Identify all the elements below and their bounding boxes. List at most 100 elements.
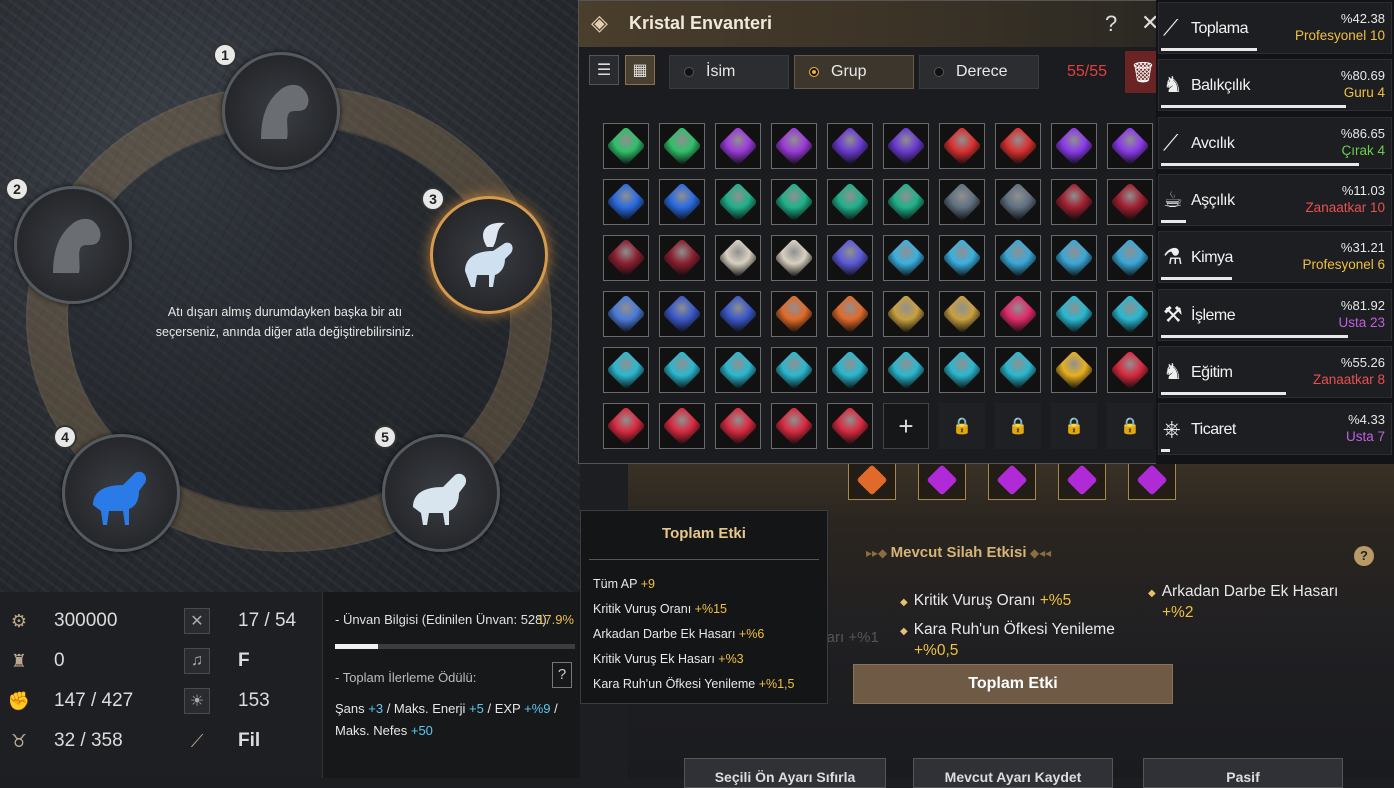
skill-icon: ⚒ [1163,301,1183,327]
passive-button[interactable]: Pasif [1143,758,1343,788]
crystal-slot[interactable] [659,235,705,281]
help-icon[interactable]: ? [1354,546,1374,566]
crystal-icon [1054,350,1094,390]
crystal-slot[interactable] [603,235,649,281]
crystal-slot[interactable] [883,179,929,225]
crystal-slot[interactable] [1051,291,1097,337]
crystal-slot[interactable] [603,291,649,337]
crystal-slot[interactable] [603,123,649,169]
horse-slot-3[interactable]: 3 [421,187,548,314]
add-slot-button[interactable]: + [883,403,929,449]
equipped-crystal-slot[interactable] [918,460,966,500]
equipped-crystal-slot[interactable] [988,460,1036,500]
crystal-slot[interactable] [995,347,1041,393]
crystal-slot[interactable] [995,291,1041,337]
crystal-slot[interactable] [939,291,985,337]
horse-slot-4[interactable]: 4 [53,425,180,552]
crystal-slot[interactable] [827,347,873,393]
blue-horse-icon [93,471,147,525]
window-header[interactable]: ◈ Kristal Envanteri ? ✕ [579,1,1159,47]
crystal-slot[interactable] [995,123,1041,169]
list-view-icon[interactable]: ☰ [589,55,619,85]
life-skill-7[interactable]: ⎈ Ticaret %4.33 Usta 7 [1158,403,1392,456]
crystal-slot[interactable] [939,123,985,169]
crystal-slot[interactable] [883,235,929,281]
life-skill-0[interactable]: ⟋ Toplama %42.38 Profesyonel 10 [1158,2,1392,54]
crystal-slot[interactable] [1051,123,1097,169]
help-icon[interactable]: ? [1105,11,1117,37]
crystal-slot[interactable] [827,235,873,281]
total-effect-button[interactable]: Toplam Etki [853,664,1173,704]
crystal-slot[interactable] [1051,347,1097,393]
crystal-slot[interactable] [603,179,649,225]
crystal-slot[interactable] [883,291,929,337]
crystal-slot[interactable] [771,235,817,281]
grid-view-icon[interactable]: ▦ [625,55,655,85]
crystal-slot[interactable] [827,123,873,169]
crystal-slot[interactable] [995,235,1041,281]
life-skill-4[interactable]: ⚗ Kimya %31.21 Profesyonel 6 [1158,231,1392,284]
life-skill-2[interactable]: ⟋ Avcılık %86.65 Çırak 4 [1158,116,1392,169]
crystal-slot[interactable] [659,347,705,393]
horse-slot-5[interactable]: 5 [373,425,500,552]
effect-crit-rate: ◆ Kritik Vuruş Oranı +%5 [900,592,1072,609]
skill-value: 17 / 54 [238,610,297,631]
crystal-slot[interactable] [1107,123,1153,169]
life-skill-1[interactable]: ♞ Balıkçılık %80.69 Guru 4 [1158,59,1392,112]
life-skill-5[interactable]: ⚒ İşleme %81.92 Usta 23 [1158,288,1392,341]
crystal-slot[interactable] [715,235,761,281]
equipped-crystal-slot[interactable] [1058,460,1106,500]
crystal-slot[interactable] [1051,235,1097,281]
crystal-slot[interactable] [603,403,649,449]
weight-row: ✊ 147 / 427 [6,686,133,716]
slot-number: 3 [421,187,445,211]
equipped-crystal-slot[interactable] [1128,460,1176,500]
crystal-slot[interactable] [827,179,873,225]
crystal-slot[interactable] [715,179,761,225]
crystal-slot[interactable] [771,123,817,169]
crystal-slot[interactable] [715,123,761,169]
crystal-slot[interactable] [659,403,705,449]
crystal-slot[interactable] [1107,347,1153,393]
crystal-slot[interactable] [771,347,817,393]
skill-progress-bar [1161,334,1348,338]
crystal-slot[interactable] [715,291,761,337]
crystal-slot[interactable] [771,403,817,449]
horse-slot-2[interactable]: 2 [5,177,132,304]
crystal-slot[interactable] [715,403,761,449]
crystal-slot[interactable] [771,291,817,337]
crystal-slot[interactable] [827,403,873,449]
crystal-slot[interactable] [939,347,985,393]
crystal-slot[interactable] [659,179,705,225]
skill-level: Çırak 4 [1341,142,1385,158]
skill-icon: ⟋ [1163,129,1179,155]
reset-preset-button[interactable]: Seçili Ön Ayarı Sıfırla [684,758,886,788]
sort-by-name[interactable]: İsim [669,55,789,89]
crystal-slot[interactable] [995,179,1041,225]
crystal-icon [718,350,758,390]
crystal-icon [718,238,758,278]
crystal-slot[interactable] [939,179,985,225]
equipped-crystal-slot[interactable] [848,460,896,500]
life-skill-3[interactable]: ☕ Aşçılık %11.03 Zanaatkar 10 [1158,173,1392,226]
crystal-slot[interactable] [1107,179,1153,225]
crystal-slot[interactable] [603,347,649,393]
sort-by-grade[interactable]: Derece [919,55,1039,89]
crystal-slot[interactable] [659,291,705,337]
life-skill-6[interactable]: ♞ Eğitim %55.26 Zanaatkar 8 [1158,345,1392,398]
help-button[interactable]: ? [552,662,572,688]
crystal-slot[interactable] [715,347,761,393]
crystal-slot[interactable] [827,291,873,337]
sort-by-group[interactable]: Grup [794,55,914,89]
crystal-slot[interactable] [883,123,929,169]
crystal-icon [830,406,870,446]
save-preset-button[interactable]: Mevcut Ayarı Kaydet [913,758,1113,788]
crystal-slot[interactable] [771,179,817,225]
crystal-slot[interactable] [939,235,985,281]
crystal-slot[interactable] [1051,179,1097,225]
crystal-slot[interactable] [659,123,705,169]
crystal-slot[interactable] [1107,235,1153,281]
crystal-slot[interactable] [1107,291,1153,337]
horse-slot-1[interactable]: 1 [213,43,340,170]
crystal-slot[interactable] [883,347,929,393]
